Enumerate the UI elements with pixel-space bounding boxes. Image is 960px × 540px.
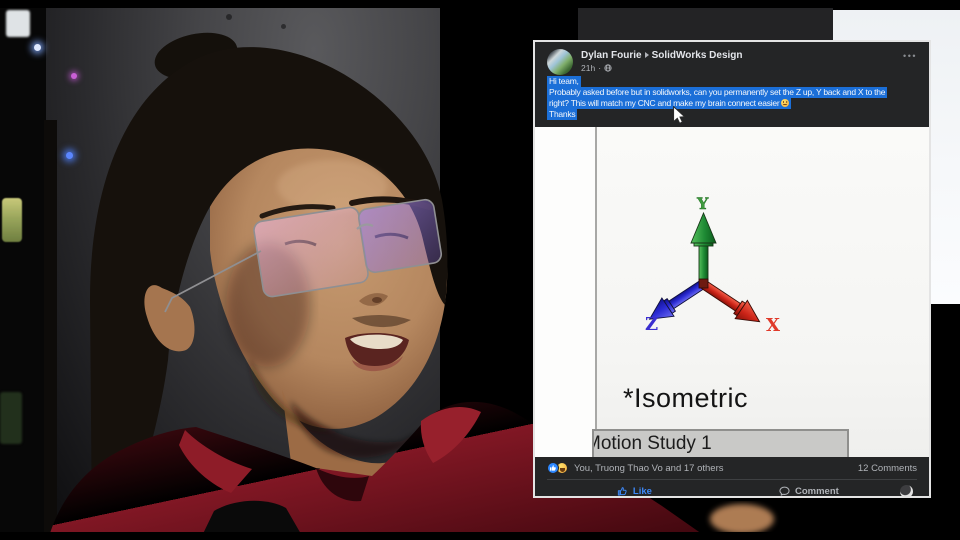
smiley-emoji <box>781 99 789 107</box>
view-orientation-label: *Isometric <box>623 383 748 414</box>
video-frame: Dylan FourieSolidWorks Design 21h · ••• … <box>0 0 960 540</box>
actions-row: Like Comment <box>535 480 929 502</box>
axis-y-label: Y <box>696 194 709 213</box>
letterbox-bar <box>0 532 960 540</box>
like-reaction-icon <box>547 462 559 474</box>
reactions-summary[interactable]: You, Truong Thao Vo and 17 others <box>574 463 858 474</box>
post-text-line: right? This will match my CNC and make m… <box>547 98 791 109</box>
group-link[interactable]: SolidWorks Design <box>652 50 743 61</box>
forehead-highlight <box>277 160 387 212</box>
profile-circle-icon[interactable] <box>900 485 913 498</box>
thumbs-up-icon <box>617 486 628 497</box>
triad-origin <box>699 279 708 288</box>
timestamp[interactable]: 21h <box>581 63 595 73</box>
post-image-solidworks[interactable]: Y Z X *Isometric Motion Stu <box>535 127 929 457</box>
motion-study-tab: Motion Study 1 <box>592 429 849 457</box>
axis-z-label: Z <box>645 314 658 335</box>
letterbox-bar <box>0 0 960 8</box>
comment-bubble-icon <box>779 486 790 497</box>
comment-button[interactable]: Comment <box>726 486 892 497</box>
reaction-icons[interactable] <box>547 462 568 474</box>
chevron-right-icon <box>645 52 649 58</box>
post-text-line: Probably asked before but in solidworks,… <box>547 87 887 98</box>
hand-blur <box>710 504 774 534</box>
post-header: Dylan Fourie SolidWorks Design 21h · ••• <box>535 42 929 75</box>
like-button[interactable]: Like <box>543 486 726 497</box>
post-text-line: Hi team, <box>547 76 581 87</box>
post-byline: Dylan Fourie SolidWorks Design <box>581 50 743 61</box>
avatar[interactable] <box>547 49 573 75</box>
meta-dot: · <box>598 63 601 73</box>
more-options-button[interactable]: ••• <box>903 51 917 61</box>
globe-icon <box>604 64 612 72</box>
axis-x-label: X <box>766 315 780 336</box>
reactions-row: You, Truong Thao Vo and 17 others 12 Com… <box>535 459 929 477</box>
mouse-cursor <box>672 106 686 124</box>
post-text-line: Thanks <box>547 109 577 120</box>
post-text: Hi team, Probably asked before but in so… <box>535 75 929 127</box>
comments-count[interactable]: 12 Comments <box>858 463 917 474</box>
author-link[interactable]: Dylan Fourie <box>581 50 642 61</box>
nostril <box>372 297 382 303</box>
facebook-post: Dylan FourieSolidWorks Design 21h · ••• … <box>533 40 931 498</box>
post-meta: 21h · <box>581 63 612 73</box>
